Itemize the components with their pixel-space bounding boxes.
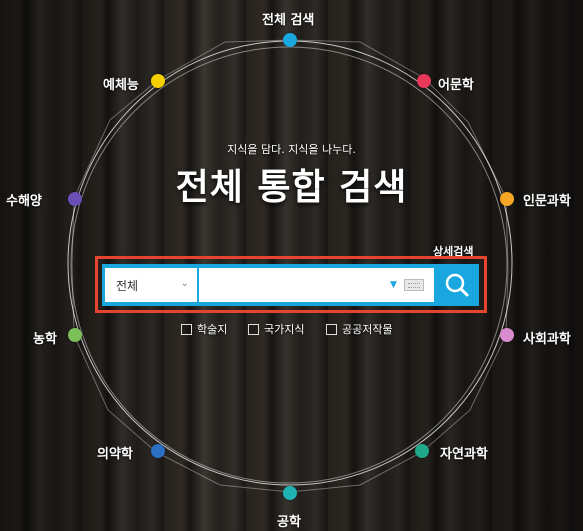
category-agriculture[interactable]: 농학 — [33, 328, 57, 347]
search-scope-value: 전체 — [116, 278, 139, 293]
page-title: 전체 통합 검색 — [175, 167, 408, 208]
category-all[interactable]: 전체 검색 — [262, 9, 314, 28]
chevron-down-icon: ⌄ — [180, 278, 189, 289]
autocomplete-toggle-icon[interactable]: ▼ — [390, 280, 397, 290]
category-arts-dot[interactable] — [151, 74, 165, 88]
filter-national-knowledge[interactable]: 국가지식 — [248, 321, 304, 337]
virtual-keyboard-icon[interactable] — [404, 279, 424, 291]
category-social-science[interactable]: 사회과학 — [523, 328, 571, 347]
category-arts[interactable]: 예체능 — [103, 74, 139, 93]
filter-journal-checkbox[interactable] — [181, 323, 192, 335]
category-agriculture-dot[interactable] — [68, 328, 82, 342]
search-hero: 전체 검색 어문학 인문과학 사회과학 자연과학 공학 의약학 농학 수해양 예… — [0, 0, 583, 531]
filter-journal-label: 학술지 — [197, 323, 228, 336]
filter-national-knowledge-label: 국가지식 — [264, 323, 305, 336]
filter-national-knowledge-checkbox[interactable] — [248, 323, 259, 335]
category-engineering-dot[interactable] — [283, 486, 297, 500]
category-social-science-dot[interactable] — [500, 328, 514, 342]
category-engineering[interactable]: 공학 — [277, 511, 301, 530]
category-natural-science[interactable]: 자연과학 — [440, 443, 488, 462]
category-all-dot[interactable] — [283, 33, 297, 47]
category-medicine-dot[interactable] — [151, 444, 165, 458]
category-language-dot[interactable] — [417, 74, 431, 88]
category-language[interactable]: 어문학 — [438, 74, 474, 93]
search-scope-select[interactable]: 전체 ⌄ — [105, 268, 197, 302]
search-button[interactable] — [435, 264, 479, 306]
search-input[interactable] — [199, 268, 434, 302]
tagline: 지식을 담다. 지식을 나누다. — [227, 143, 356, 156]
filter-public-works-checkbox[interactable] — [326, 323, 337, 335]
category-medicine[interactable]: 의약학 — [97, 443, 133, 462]
search-icon — [445, 273, 469, 297]
filter-public-works[interactable]: 공공저작물 — [326, 321, 393, 337]
filter-journal[interactable]: 학술지 — [181, 321, 227, 337]
category-natural-science-dot[interactable] — [415, 444, 429, 458]
filter-public-works-label: 공공저작물 — [342, 323, 393, 336]
